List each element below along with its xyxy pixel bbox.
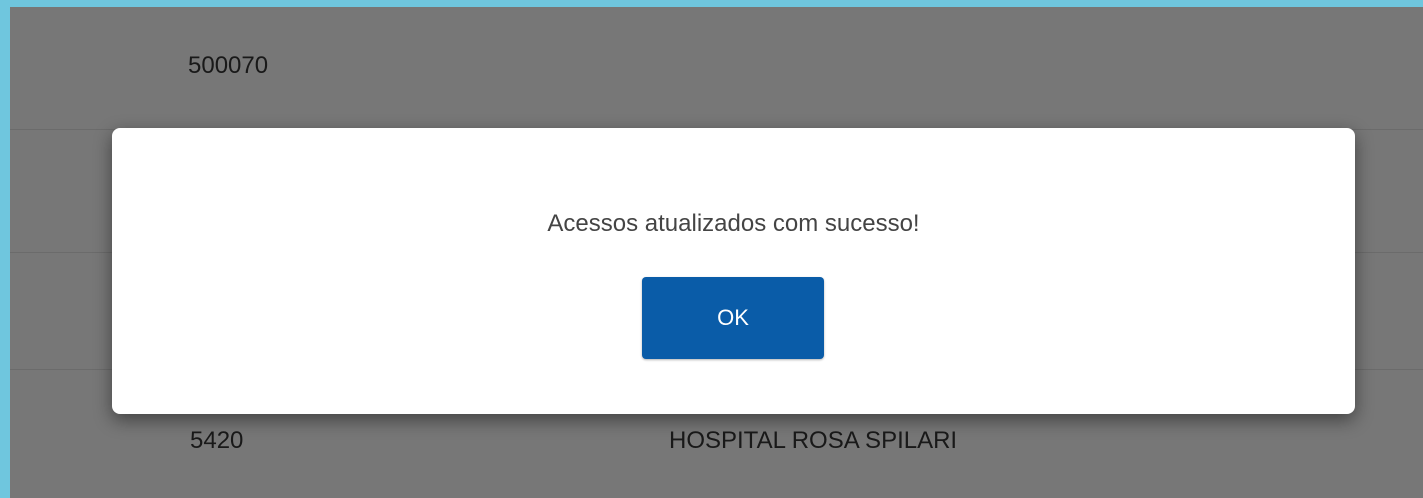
success-dialog: Acessos atualizados com sucesso! OK (112, 128, 1355, 414)
dialog-message: Acessos atualizados com sucesso! (547, 210, 920, 237)
app-window: 500070 5420 HOSPITAL ROSA SPILARI Acesso… (0, 0, 1423, 498)
ok-button[interactable]: OK (642, 277, 824, 359)
